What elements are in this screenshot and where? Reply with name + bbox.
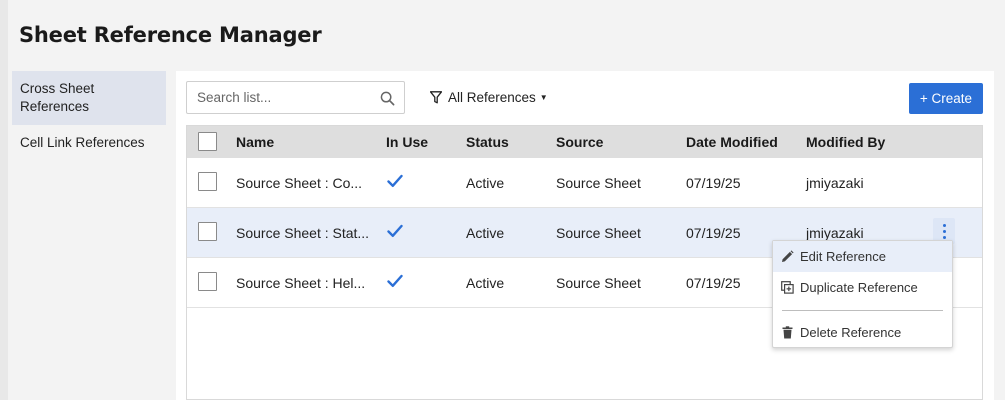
- header-name[interactable]: Name: [236, 126, 274, 158]
- header-status[interactable]: Status: [466, 126, 509, 158]
- row-checkbox[interactable]: [198, 222, 217, 241]
- menu-item-duplicate-reference[interactable]: Duplicate Reference: [773, 272, 952, 303]
- caret-down-icon: ▼: [539, 93, 548, 102]
- create-button[interactable]: + Create: [908, 83, 983, 114]
- page-title: Sheet Reference Manager: [19, 23, 322, 47]
- sidebar-item-cross-sheet-references[interactable]: Cross Sheet References: [12, 71, 166, 125]
- menu-divider: [782, 310, 943, 311]
- cell-status: Active: [466, 275, 505, 291]
- cell-source: Source Sheet: [556, 225, 641, 241]
- checkmark-icon: [387, 174, 403, 187]
- search-box: [186, 81, 405, 114]
- cell-date-modified: 07/19/25: [686, 175, 741, 191]
- kebab-dot-icon: [942, 223, 946, 227]
- sidebar-item-cell-link-references[interactable]: Cell Link References: [12, 125, 166, 161]
- checkmark-icon: [387, 274, 403, 287]
- trash-icon: [782, 326, 793, 339]
- kebab-dot-icon: [942, 229, 946, 233]
- row-checkbox[interactable]: [198, 272, 217, 291]
- menu-item-edit-reference[interactable]: Edit Reference: [773, 241, 952, 272]
- cell-name: Source Sheet : Hel...: [236, 275, 366, 291]
- menu-item-label: Duplicate Reference: [800, 280, 918, 295]
- filter-dropdown[interactable]: All References ▼: [430, 90, 548, 105]
- pencil-icon: [782, 250, 794, 262]
- cell-status: Active: [466, 225, 505, 241]
- left-edge-strip: [0, 0, 8, 400]
- menu-item-delete-reference[interactable]: Delete Reference: [773, 317, 952, 348]
- header-in-use[interactable]: In Use: [386, 126, 428, 158]
- filter-icon: [430, 91, 442, 104]
- cell-date-modified: 07/19/25: [686, 275, 741, 291]
- kebab-dot-icon: [942, 235, 946, 239]
- cell-source: Source Sheet: [556, 175, 641, 191]
- cell-status: Active: [466, 175, 505, 191]
- search-input[interactable]: [187, 82, 367, 113]
- select-all-checkbox[interactable]: [198, 132, 217, 151]
- cell-name: Source Sheet : Co...: [236, 175, 363, 191]
- references-panel: All References ▼ + Create Name In Use St…: [176, 71, 994, 400]
- header-source[interactable]: Source: [556, 126, 603, 158]
- row-context-menu: Edit Reference Duplicate Reference Delet…: [772, 240, 953, 348]
- duplicate-icon: [781, 281, 794, 294]
- checkmark-icon: [387, 224, 403, 237]
- cell-name: Source Sheet : Stat...: [236, 225, 370, 241]
- row-checkbox[interactable]: [198, 172, 217, 191]
- header-modified-by[interactable]: Modified By: [806, 126, 885, 158]
- sidebar: Cross Sheet References Cell Link Referen…: [12, 71, 166, 161]
- header-date-modified[interactable]: Date Modified: [686, 126, 778, 158]
- cell-source: Source Sheet: [556, 275, 641, 291]
- menu-item-label: Edit Reference: [800, 249, 886, 264]
- table-header: Name In Use Status Source Date Modified …: [187, 126, 982, 158]
- search-icon[interactable]: [380, 91, 395, 106]
- menu-item-label: Delete Reference: [800, 325, 902, 340]
- filter-label: All References: [448, 90, 536, 105]
- cell-modified-by: jmiyazaki: [806, 175, 864, 191]
- table-row[interactable]: Source Sheet : Co... Active Source Sheet…: [187, 158, 982, 208]
- cell-date-modified: 07/19/25: [686, 225, 741, 241]
